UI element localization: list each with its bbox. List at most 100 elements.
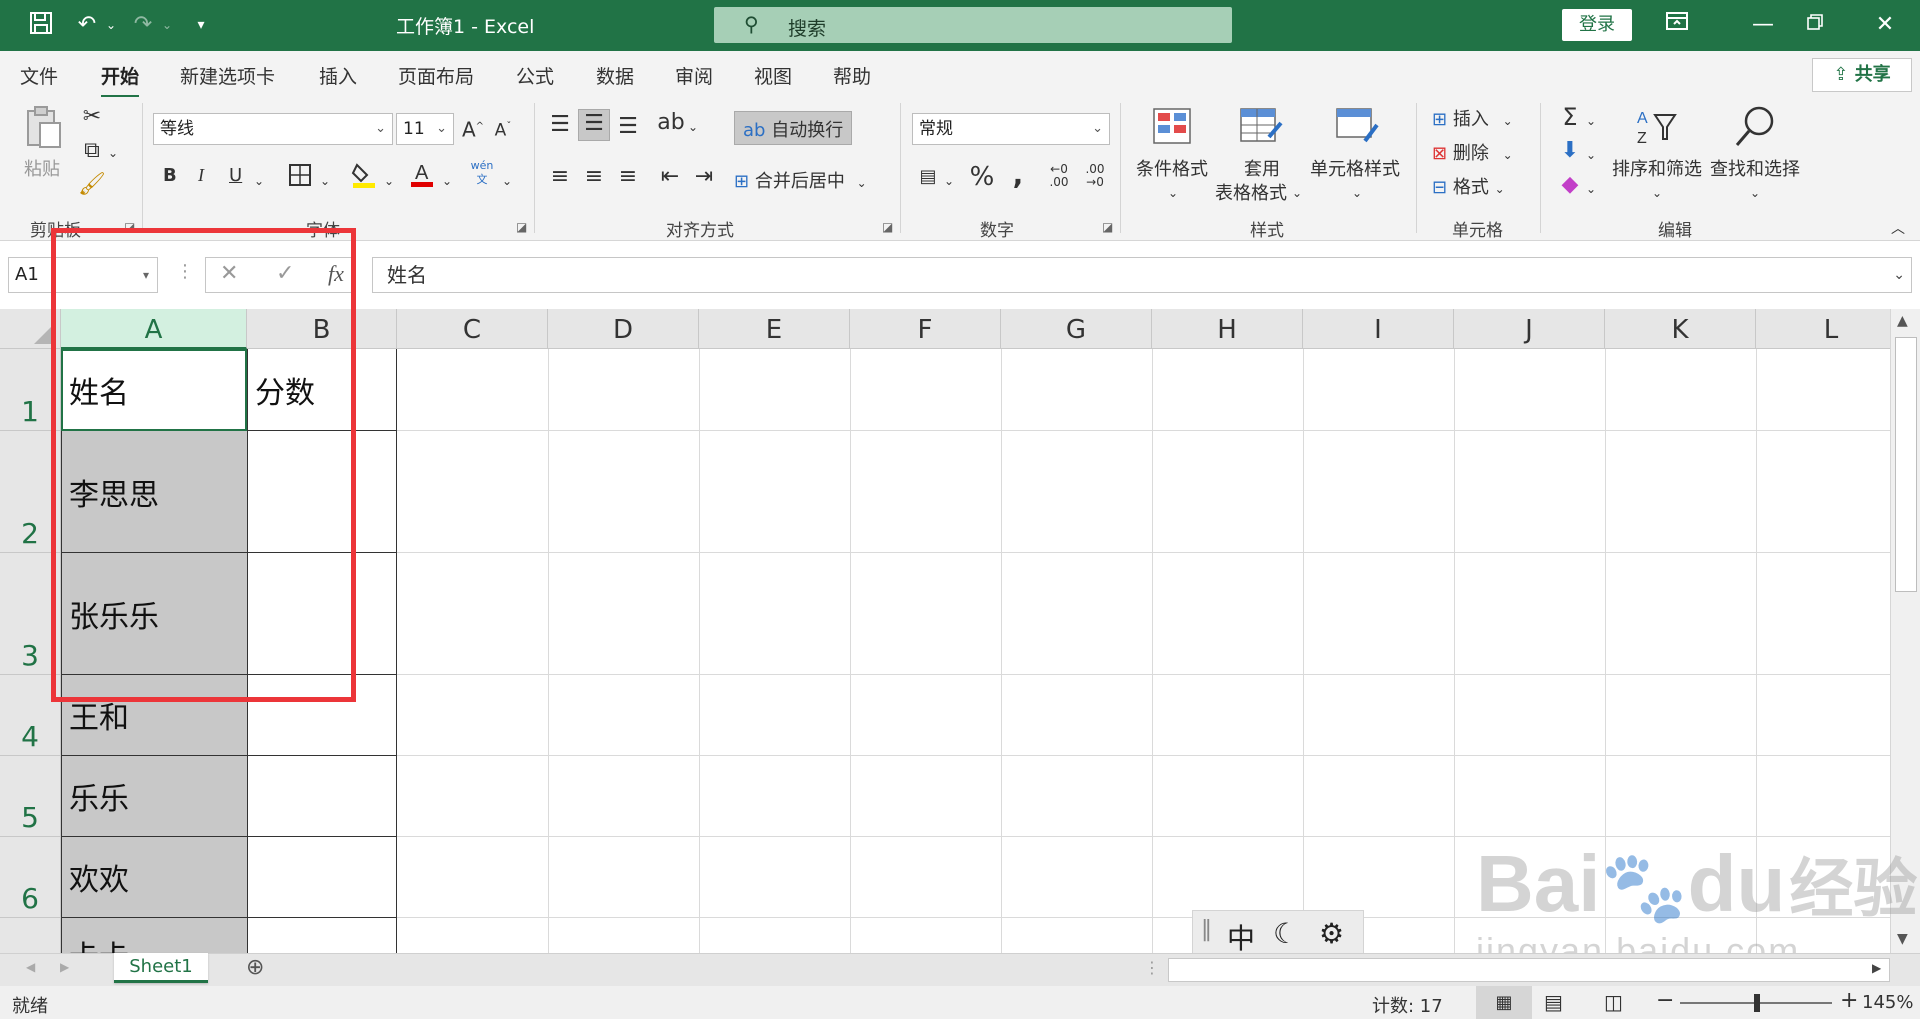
- align-middle-icon[interactable]: ☰: [578, 109, 610, 141]
- tab-insert[interactable]: 插入: [319, 62, 357, 89]
- fill-icon[interactable]: ⬇: [1556, 137, 1584, 165]
- scroll-thumb[interactable]: [1895, 337, 1917, 592]
- paste-label[interactable]: 粘贴: [24, 155, 60, 181]
- conditional-format-icon[interactable]: [1150, 107, 1194, 147]
- minimize-icon[interactable]: —: [1748, 10, 1778, 40]
- row-header-7[interactable]: [0, 918, 61, 953]
- font-size-select[interactable]: 11 ⌄: [396, 113, 454, 145]
- align-top-icon[interactable]: ☰: [546, 111, 574, 139]
- number-format-select[interactable]: 常规 ⌄: [912, 113, 1110, 145]
- tab-view[interactable]: 视图: [754, 62, 792, 89]
- format-table-label-2[interactable]: 表格格式: [1215, 179, 1287, 205]
- cell-a6[interactable]: 欢欢: [62, 837, 247, 917]
- orientation-icon[interactable]: ab: [656, 109, 686, 137]
- cut-icon[interactable]: ✂: [78, 103, 106, 131]
- find-select-icon[interactable]: [1730, 103, 1780, 151]
- redo-dropdown-icon[interactable]: ⌄: [152, 10, 182, 40]
- sort-filter-icon[interactable]: AZ: [1634, 105, 1680, 149]
- scroll-down-icon[interactable]: ▼: [1897, 931, 1908, 947]
- horizontal-scrollbar[interactable]: [1168, 958, 1890, 982]
- close-icon[interactable]: ✕: [1870, 10, 1900, 40]
- next-sheet-icon[interactable]: ▶: [60, 960, 69, 974]
- format-table-dropdown-icon[interactable]: ⌄: [1290, 179, 1304, 207]
- decrease-font-icon[interactable]: Aˇ: [490, 113, 516, 145]
- zoom-out-icon[interactable]: −: [1656, 988, 1674, 1013]
- column-header-i[interactable]: I: [1303, 309, 1454, 349]
- underline-dropdown-icon[interactable]: ⌄: [252, 167, 266, 195]
- font-color-icon[interactable]: A: [408, 159, 436, 197]
- restore-icon[interactable]: [1800, 10, 1830, 40]
- tab-page-layout[interactable]: 页面布局: [398, 62, 474, 89]
- zoom-level[interactable]: 145%: [1862, 992, 1913, 1013]
- number-launcher-icon[interactable]: ◪: [1102, 220, 1113, 234]
- tab-review[interactable]: 审阅: [675, 62, 713, 89]
- login-button[interactable]: 登录: [1562, 9, 1632, 41]
- underline-button[interactable]: U: [229, 165, 242, 186]
- prev-sheet-icon[interactable]: ◀: [26, 960, 35, 974]
- zoom-slider[interactable]: [1680, 994, 1832, 1012]
- fill-color-icon[interactable]: [350, 161, 378, 197]
- column-header-d[interactable]: D: [548, 309, 699, 349]
- font-launcher-icon[interactable]: ◪: [516, 220, 527, 234]
- find-select-label[interactable]: 查找和选择: [1710, 155, 1800, 181]
- italic-button[interactable]: I: [198, 165, 204, 186]
- row-header-5[interactable]: 5: [0, 756, 61, 837]
- increase-decimal-icon[interactable]: ←0.00: [1044, 163, 1074, 189]
- column-header-k[interactable]: K: [1605, 309, 1756, 349]
- sheet-bar-grip-icon[interactable]: ⋮: [1144, 958, 1160, 977]
- cell-a7[interactable]: 卡卡: [62, 918, 247, 953]
- copy-dropdown-icon[interactable]: ⌄: [106, 139, 120, 167]
- autosum-icon[interactable]: Σ: [1556, 103, 1584, 131]
- alignment-launcher-icon[interactable]: ◪: [882, 220, 893, 234]
- orientation-dropdown-icon[interactable]: ⌄: [686, 113, 700, 141]
- column-header-h[interactable]: H: [1152, 309, 1303, 349]
- row-header-6[interactable]: 6: [0, 837, 61, 918]
- clear-dropdown-icon[interactable]: ⌄: [1584, 175, 1598, 203]
- column-header-c[interactable]: C: [397, 309, 548, 349]
- font-name-select[interactable]: 等线 ⌄: [153, 113, 393, 145]
- collapse-ribbon-icon[interactable]: ︿: [1888, 215, 1908, 243]
- column-header-j[interactable]: J: [1454, 309, 1605, 349]
- format-painter-icon[interactable]: 🖌: [78, 171, 106, 199]
- sort-filter-dropdown-icon[interactable]: ⌄: [1650, 179, 1664, 207]
- accounting-dropdown-icon[interactable]: ⌄: [942, 167, 956, 195]
- normal-view-icon[interactable]: ▦: [1476, 986, 1532, 1019]
- copy-icon[interactable]: ⧉: [78, 137, 106, 165]
- align-bottom-icon[interactable]: ☰: [614, 113, 642, 141]
- column-header-g[interactable]: G: [1001, 309, 1152, 349]
- column-header-f[interactable]: F: [850, 309, 1001, 349]
- clear-icon[interactable]: ◆: [1556, 171, 1584, 199]
- tab-help[interactable]: 帮助: [833, 62, 871, 89]
- align-right-icon[interactable]: ≡: [614, 163, 642, 191]
- format-table-label-1[interactable]: 套用: [1244, 155, 1280, 181]
- ime-grip-icon[interactable]: ‖: [1201, 917, 1212, 942]
- accounting-icon[interactable]: ▤: [914, 163, 942, 191]
- expand-formula-icon[interactable]: ⌄: [1893, 258, 1905, 292]
- borders-icon[interactable]: [286, 163, 314, 195]
- ribbon-display-icon[interactable]: [1662, 10, 1692, 40]
- cell-styles-label[interactable]: 单元格样式: [1310, 155, 1400, 181]
- percent-icon[interactable]: %: [968, 163, 996, 191]
- fill-dropdown-icon[interactable]: ⌄: [382, 167, 396, 195]
- add-sheet-icon[interactable]: ⊕: [246, 955, 264, 980]
- conditional-format-dropdown-icon[interactable]: ⌄: [1166, 179, 1180, 207]
- decrease-decimal-icon[interactable]: .00 →0: [1080, 163, 1110, 189]
- find-select-dropdown-icon[interactable]: ⌄: [1748, 179, 1762, 207]
- align-center-icon[interactable]: ≡: [580, 163, 608, 191]
- share-button[interactable]: ⇪ 共享: [1812, 58, 1912, 92]
- cell-a5[interactable]: 乐乐: [62, 756, 247, 836]
- conditional-format-label[interactable]: 条件格式: [1136, 155, 1208, 181]
- page-break-view-icon[interactable]: ◫: [1604, 990, 1623, 1014]
- decrease-indent-icon[interactable]: ⇤: [656, 163, 684, 191]
- format-table-icon[interactable]: [1238, 107, 1284, 147]
- borders-dropdown-icon[interactable]: ⌄: [318, 167, 332, 195]
- sort-filter-label[interactable]: 排序和筛选: [1612, 155, 1702, 181]
- paste-icon[interactable]: [22, 105, 66, 153]
- search-box[interactable]: ⚲ 搜索: [714, 7, 1232, 43]
- cell-styles-dropdown-icon[interactable]: ⌄: [1350, 179, 1364, 207]
- tab-home[interactable]: 开始: [101, 62, 140, 98]
- insert-cells-button[interactable]: ⊞ 插入 ⌄: [1432, 105, 1513, 131]
- page-layout-view-icon[interactable]: ▤: [1544, 990, 1563, 1014]
- zoom-slider-thumb[interactable]: [1754, 994, 1760, 1012]
- cell-styles-icon[interactable]: [1334, 107, 1380, 147]
